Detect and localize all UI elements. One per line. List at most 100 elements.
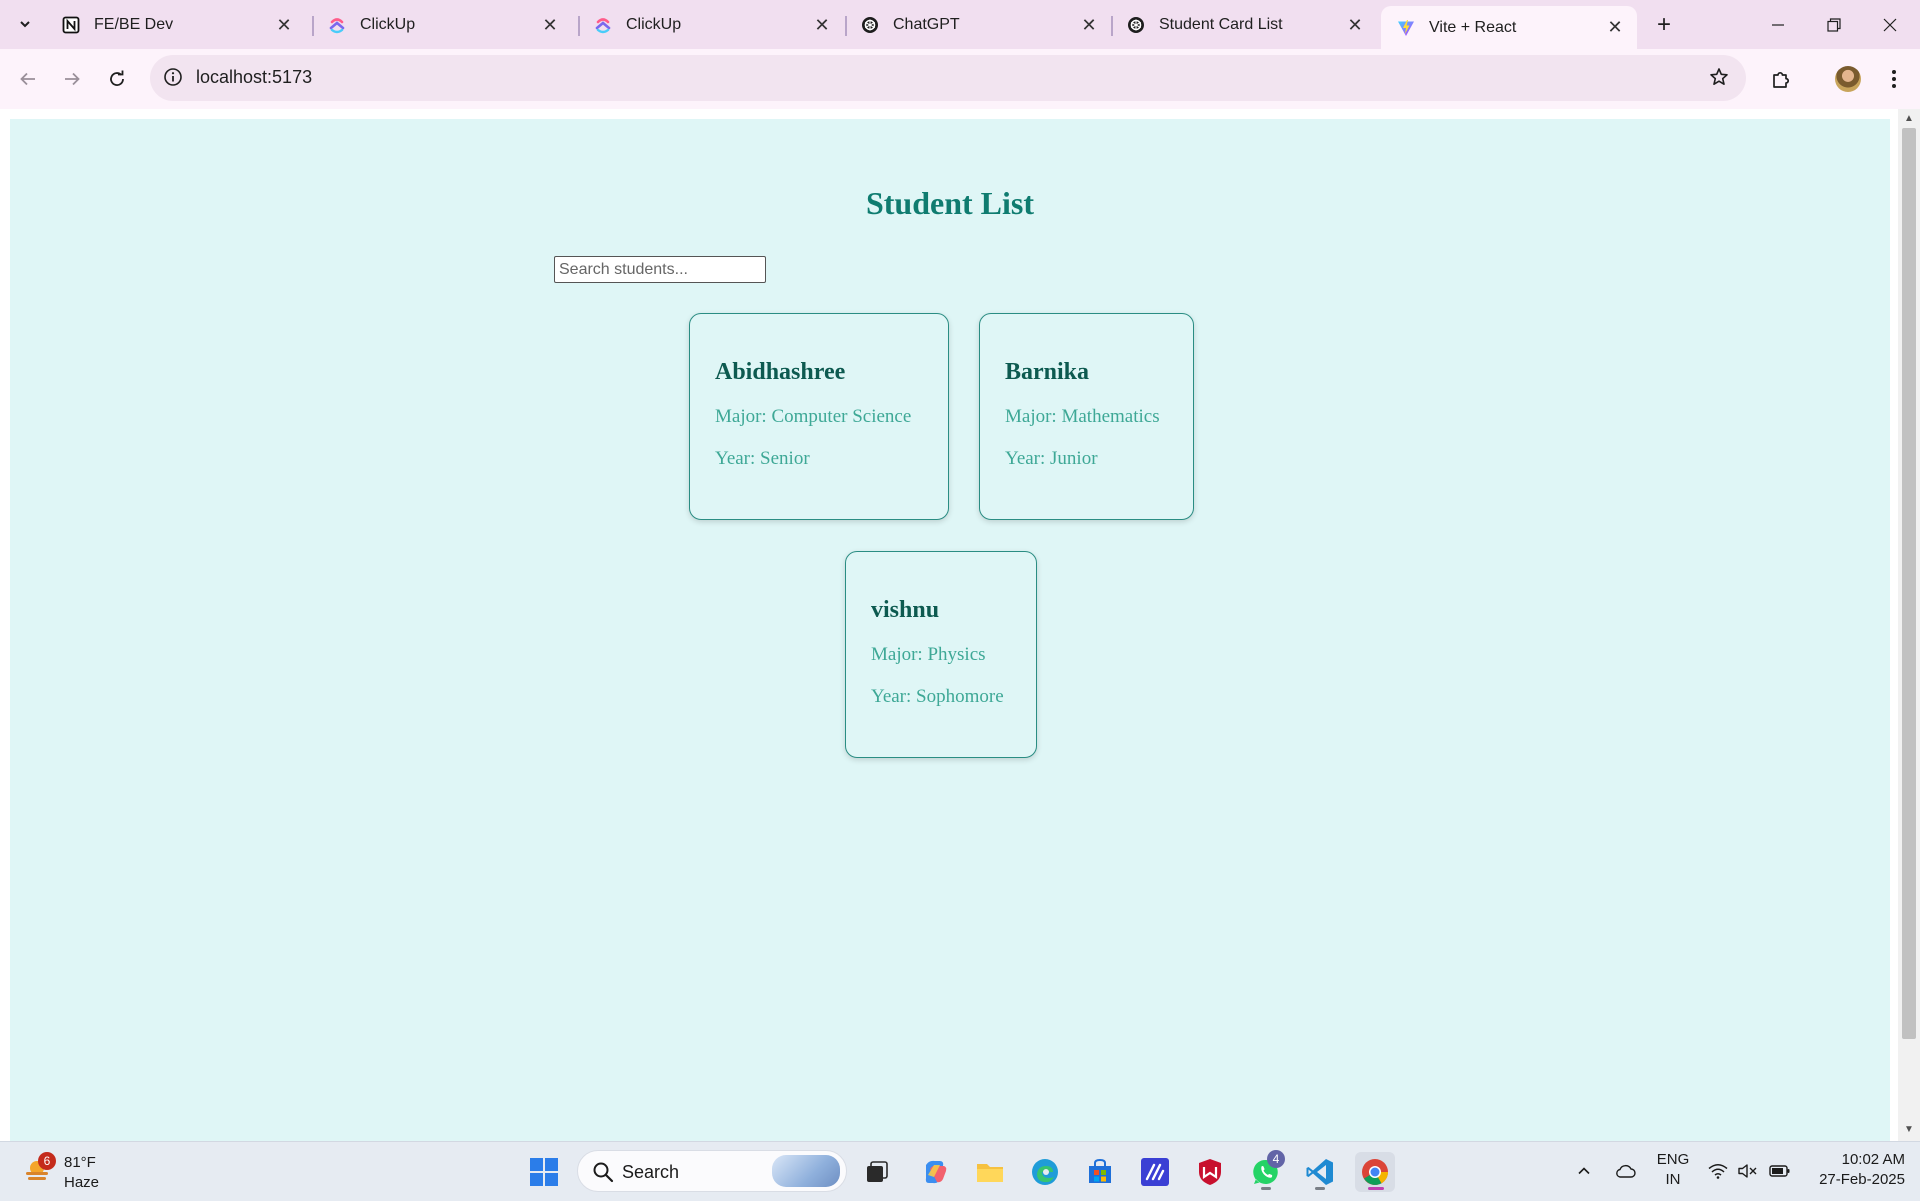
vscode-icon (1306, 1159, 1333, 1185)
taskbar-search-label: Search (622, 1162, 680, 1182)
wifi-button[interactable] (1706, 1156, 1730, 1186)
student-major: Major: Mathematics (1005, 406, 1160, 427)
whatsapp-button[interactable]: 4 (1246, 1150, 1286, 1192)
page-viewport: Student List Abidhashree Major: Computer… (0, 109, 1920, 1141)
folder-icon (977, 1164, 1003, 1182)
copilot-button[interactable] (915, 1152, 955, 1192)
profile-button[interactable] (1832, 63, 1864, 95)
tab-clickup-2[interactable]: ClickUp ✕ (578, 6, 844, 44)
tab-chatgpt[interactable]: ChatGPT ✕ (845, 6, 1111, 44)
tab-title: ClickUp (360, 16, 416, 33)
browser-menu-button[interactable] (1878, 63, 1910, 95)
new-tab-button[interactable]: + (1649, 10, 1679, 40)
input-language-indicator[interactable]: ENG IN (1651, 1150, 1695, 1190)
close-icon[interactable]: ✕ (812, 15, 832, 35)
close-icon[interactable]: ✕ (540, 15, 560, 35)
close-icon[interactable]: ✕ (1079, 15, 1099, 35)
system-clock[interactable]: 10:02 AM 27-Feb-2025 (1805, 1150, 1905, 1190)
forward-button[interactable] (56, 63, 88, 95)
tab-title: ClickUp (626, 16, 682, 33)
show-hidden-icons-button[interactable] (1572, 1156, 1596, 1186)
clock-date: 27-Feb-2025 (1819, 1171, 1905, 1188)
running-indicator (1261, 1187, 1271, 1190)
weather-condition: Haze (64, 1174, 100, 1191)
site-info-icon[interactable] (162, 66, 184, 88)
tab-fe-be-dev[interactable]: FE/BE Dev ✕ (46, 6, 306, 44)
tab-title: FE/BE Dev (94, 16, 174, 33)
pen-app-icon (1141, 1158, 1169, 1186)
scrollbar-thumb[interactable] (1902, 128, 1916, 1039)
puzzle-icon (1773, 71, 1790, 88)
tab-clickup-1[interactable]: ClickUp ✕ (312, 6, 572, 44)
bookmark-star-icon[interactable] (1706, 64, 1732, 90)
notion-icon (62, 16, 80, 34)
url-text[interactable]: localhost:5173 (196, 67, 312, 88)
minimize-button[interactable] (1750, 0, 1806, 49)
tab-title: ChatGPT (893, 16, 960, 33)
student-name: Abidhashree (715, 359, 846, 385)
running-indicator (1368, 1187, 1384, 1190)
chrome-icon (1362, 1159, 1389, 1185)
mcafee-button[interactable] (1190, 1152, 1230, 1192)
student-card: Abidhashree Major: Computer Science Year… (689, 313, 949, 520)
chevron-down-icon (20, 21, 30, 28)
minimize-icon (1772, 23, 1784, 26)
close-icon[interactable]: ✕ (1605, 17, 1625, 38)
cloud-icon (1616, 1164, 1636, 1178)
address-bar[interactable]: localhost:5173 (150, 55, 1746, 101)
restore-button[interactable] (1806, 0, 1862, 49)
task-view-icon (867, 1161, 888, 1182)
edge-button[interactable] (1025, 1152, 1065, 1192)
avatar (1835, 66, 1861, 92)
student-card: Barnika Major: Mathematics Year: Junior (979, 313, 1194, 520)
search-highlight-image (772, 1155, 840, 1187)
volume-muted-icon (1738, 1164, 1757, 1178)
student-name: vishnu (871, 597, 940, 623)
weather-temperature: 81°F (64, 1154, 96, 1171)
microsoft-store-button[interactable] (1080, 1152, 1120, 1192)
close-icon[interactable]: ✕ (274, 15, 294, 35)
student-card: vishnu Major: Physics Year: Sophomore (845, 551, 1037, 758)
reload-button[interactable] (101, 63, 133, 95)
clickup-icon (594, 16, 612, 34)
weather-alert-badge: 6 (38, 1152, 56, 1170)
taskbar-search[interactable]: Search (577, 1150, 847, 1192)
chevron-up-icon (1578, 1167, 1590, 1175)
student-major: Major: Physics (871, 644, 986, 665)
running-indicator (1315, 1187, 1325, 1190)
onedrive-button[interactable] (1612, 1156, 1638, 1186)
whatsapp-unread-badge: 4 (1267, 1150, 1285, 1168)
tab-search-dropdown[interactable] (12, 10, 38, 38)
close-icon[interactable]: ✕ (1345, 15, 1365, 35)
tab-strip: FE/BE Dev ✕ ClickUp ✕ ClickUp ✕ ChatGPT … (0, 0, 1920, 49)
vertical-scrollbar[interactable]: ▲ ▼ (1898, 109, 1920, 1141)
scroll-down-arrow-icon[interactable]: ▼ (1902, 1123, 1916, 1137)
back-button[interactable] (12, 63, 44, 95)
copilot-icon (925, 1160, 947, 1184)
battery-button[interactable] (1766, 1156, 1794, 1186)
language-region: IN (1665, 1171, 1681, 1188)
vite-icon (1397, 19, 1415, 37)
chatgpt-icon (1127, 16, 1145, 34)
vscode-button[interactable] (1300, 1152, 1340, 1192)
file-explorer-button[interactable] (970, 1152, 1010, 1192)
browser-toolbar: localhost:5173 (0, 49, 1920, 109)
start-button[interactable] (524, 1152, 564, 1192)
more-vertical-icon (1892, 70, 1896, 88)
tab-title: Vite + React (1429, 18, 1517, 36)
scroll-up-arrow-icon[interactable]: ▲ (1902, 112, 1916, 126)
windows-logo-icon (530, 1158, 558, 1186)
extensions-button[interactable] (1766, 63, 1798, 95)
tab-vite-react[interactable]: Vite + React ✕ (1381, 6, 1637, 49)
arrow-right-icon (65, 72, 80, 86)
search-input[interactable] (554, 256, 766, 283)
chrome-button[interactable] (1355, 1152, 1395, 1192)
edge-icon (1032, 1159, 1058, 1185)
tab-student-card-list[interactable]: Student Card List ✕ (1111, 6, 1377, 44)
clock-time: 10:02 AM (1841, 1151, 1905, 1168)
task-view-button[interactable] (857, 1152, 897, 1192)
volume-button[interactable] (1736, 1156, 1760, 1186)
close-window-button[interactable] (1862, 0, 1918, 49)
pen-app-button[interactable] (1135, 1152, 1175, 1192)
weather-widget[interactable]: 6 81°F Haze (20, 1148, 120, 1194)
